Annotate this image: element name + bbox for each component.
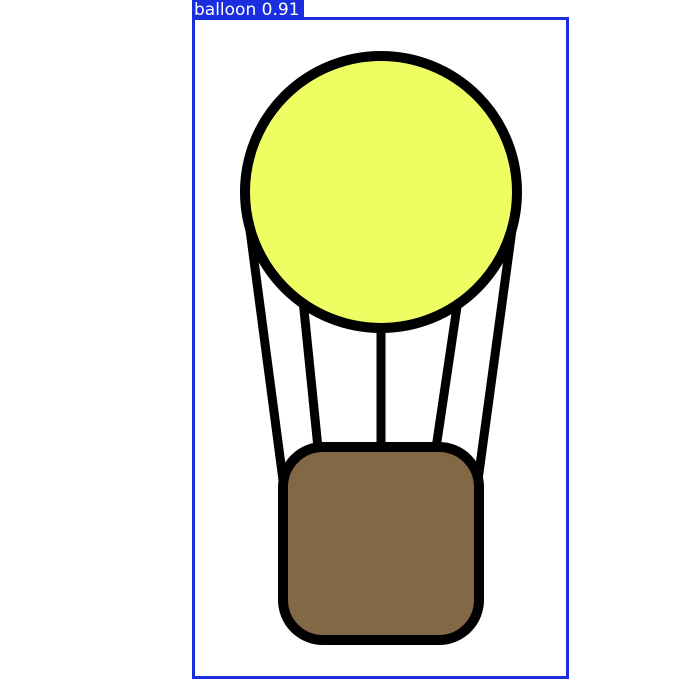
detection-bounding-box <box>192 17 569 679</box>
image-canvas: balloon 0.91 <box>0 0 700 700</box>
detection-label: balloon 0.91 <box>192 0 304 20</box>
